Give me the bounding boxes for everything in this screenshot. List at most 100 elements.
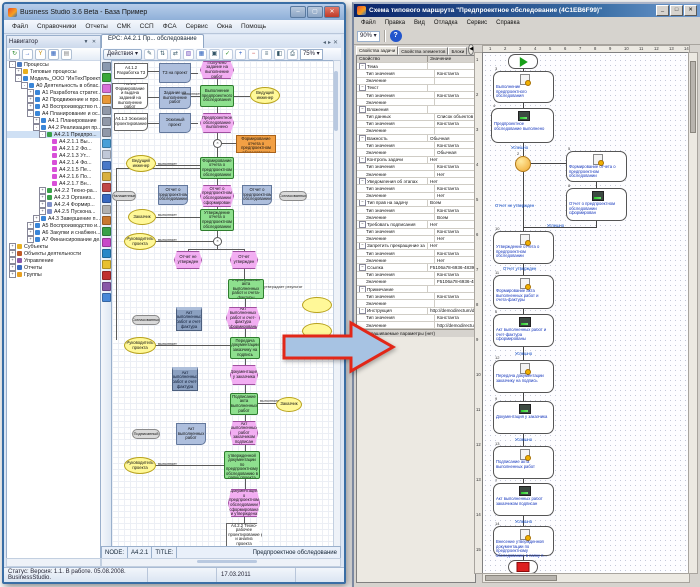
property-row[interactable]: −Запретить прекращение заНет bbox=[357, 243, 475, 250]
flow-node-start[interactable]: 1 bbox=[508, 54, 538, 69]
epc-node-task[interactable]: Передача документации заказчику на подпи… bbox=[230, 337, 260, 359]
epc-node-bdoc[interactable]: ТЗ на проект bbox=[159, 63, 191, 83]
tab-inactive[interactable]: Блоки bbox=[448, 47, 467, 55]
epc-node-org[interactable]: Заказчик bbox=[276, 397, 302, 412]
flow-node-task[interactable]: 13Подписание акта выполненных работ bbox=[493, 446, 554, 479]
close-icon[interactable]: ✕ bbox=[90, 39, 98, 45]
tree-item[interactable]: +А4.3 Завершение п... bbox=[7, 215, 100, 222]
tree-item[interactable]: -А0 Деятельность в облас... bbox=[7, 82, 100, 89]
flow-node-task[interactable]: 5Формирование отчета о предпроектном обс… bbox=[566, 151, 627, 182]
tree-item[interactable]: -А4 Планирование и ос... bbox=[7, 110, 100, 117]
row-expander[interactable]: − bbox=[359, 157, 366, 163]
palette-shape-icon[interactable] bbox=[102, 172, 111, 181]
epc-node-bdoc[interactable]: Отчет о предпроектном обследовании bbox=[242, 185, 272, 205]
route-flow-canvas[interactable]: 13Выполнение предпроектного обследования… bbox=[482, 52, 692, 574]
palette-shape-icon[interactable] bbox=[102, 117, 111, 126]
palette-shape-icon[interactable] bbox=[102, 249, 111, 258]
help-icon[interactable]: ? bbox=[389, 29, 403, 43]
epc-node-org[interactable]: Руководитель проекта bbox=[124, 457, 156, 474]
palette-shape-icon[interactable] bbox=[102, 106, 111, 115]
remove-icon[interactable]: − bbox=[248, 49, 259, 60]
tree-item[interactable]: А4.2.1.2 Фо... bbox=[7, 145, 100, 152]
epc-canvas[interactable]: А4.1.2 Разработка ТЗА4.1.8 Формирование … bbox=[111, 60, 336, 548]
property-row[interactable]: Тип значенияКонстанта bbox=[357, 272, 475, 279]
tree-item[interactable]: А4.2.1.3 Ут... bbox=[7, 152, 100, 159]
tree-item[interactable]: +А5 Воспроизводство и... bbox=[7, 222, 100, 229]
tree-item[interactable]: +А4.2.3 Организ... bbox=[7, 194, 100, 201]
tree-expander[interactable]: + bbox=[9, 243, 16, 250]
tree-expander[interactable]: - bbox=[27, 110, 34, 117]
property-row[interactable]: −Тема bbox=[357, 63, 475, 70]
add-icon[interactable]: + bbox=[235, 49, 246, 60]
menu-item[interactable]: Отладка bbox=[430, 20, 462, 26]
flow-node-event[interactable]: 7Акт выполненных работ заказчиком подпис… bbox=[493, 483, 554, 516]
epc-node-org[interactable]: Руководитель проекта bbox=[124, 233, 156, 250]
epc-node-org[interactable]: Ведущий инженер bbox=[250, 87, 280, 104]
epc-node-hex[interactable]: Предпроектное обследование выполнено bbox=[200, 113, 234, 133]
grid-icon[interactable]: ▦ bbox=[48, 49, 59, 60]
tree-item[interactable]: +Объекты деятельности bbox=[7, 250, 100, 257]
property-row[interactable]: −Текст bbox=[357, 85, 475, 92]
property-row[interactable]: Тип значенияКонстанта bbox=[357, 142, 475, 149]
palette-shape-icon[interactable] bbox=[102, 139, 111, 148]
refresh-icon[interactable]: ↻ bbox=[9, 49, 20, 60]
flow-node-event[interactable]: 8Отчет о предпроектном обследовании сфор… bbox=[566, 188, 627, 221]
tree-expander[interactable]: + bbox=[33, 117, 40, 124]
tree-expander[interactable]: + bbox=[33, 215, 40, 222]
palette-shape-icon[interactable] bbox=[102, 128, 111, 137]
epc-node-wdoc[interactable]: А4.1.3 Эскизное проектирование bbox=[114, 113, 148, 131]
tree-item[interactable]: +Типовые процессы bbox=[7, 68, 100, 75]
flow-node-task[interactable]: 14Внесение утвержденной документации по … bbox=[493, 526, 554, 556]
tree-item[interactable]: +А4.2.5 Пускона... bbox=[7, 208, 100, 215]
tree-expander[interactable]: + bbox=[9, 250, 16, 257]
tab-prev-icon[interactable]: ◂ bbox=[323, 39, 326, 46]
tree-item[interactable]: +А7 Финансирование де... bbox=[7, 236, 100, 243]
close-button[interactable]: ✕ bbox=[324, 6, 340, 18]
flow-node-task[interactable]: 12Передача документации заказчику на под… bbox=[493, 360, 554, 393]
tree-expander[interactable]: + bbox=[27, 229, 34, 236]
property-row[interactable]: ЗначениеНет bbox=[357, 236, 475, 243]
tree-item[interactable]: +А2 Продвижение и про... bbox=[7, 96, 100, 103]
menu-item[interactable]: Помощь bbox=[237, 22, 270, 31]
filter-icon[interactable]: Y bbox=[35, 49, 46, 60]
palette-shape-icon[interactable] bbox=[102, 282, 111, 291]
tree-item[interactable]: А4.2.1.4 Фо... bbox=[7, 159, 100, 166]
navigator-scrollbar[interactable] bbox=[6, 558, 101, 567]
tree-item[interactable]: +А4.2.4 Формир... bbox=[7, 201, 100, 208]
tree-item[interactable]: -Модель_ООО "ИнТехПроект" bbox=[7, 75, 100, 82]
row-expander[interactable]: − bbox=[359, 264, 366, 270]
property-row[interactable]: ЗначениеОбычная bbox=[357, 149, 475, 156]
vertical-scrollbar[interactable] bbox=[333, 60, 341, 548]
epc-node-gray[interactable]: Подписанный bbox=[132, 429, 160, 439]
palette-shape-icon[interactable] bbox=[102, 293, 111, 302]
property-row[interactable]: −Примечание bbox=[357, 286, 475, 293]
swap-icon[interactable]: ⇄ bbox=[170, 49, 181, 60]
flow-node-cond[interactable]: 2 bbox=[515, 156, 531, 172]
minimize-button[interactable]: – bbox=[290, 6, 306, 18]
epc-node-hex[interactable]: Отчет не утвержден bbox=[174, 251, 202, 269]
menu-item[interactable]: СМК bbox=[113, 22, 135, 31]
palette-shape-icon[interactable] bbox=[102, 161, 111, 170]
epc-node-task[interactable]: Выполнение предпроектного обследования bbox=[200, 85, 234, 107]
maximize-button[interactable]: □ bbox=[670, 5, 683, 16]
property-row[interactable]: −Требовать подписанияНет bbox=[357, 221, 475, 228]
epc-node-warrow[interactable]: А4.2.2 Техно-рабочее проектирование и ан… bbox=[226, 523, 262, 547]
property-row[interactable]: Тип значенияКонстанта bbox=[357, 207, 475, 214]
epc-node-org[interactable]: Заказчик bbox=[128, 209, 156, 225]
menu-item[interactable]: Справочники bbox=[33, 22, 80, 31]
menu-item[interactable]: Сервис bbox=[463, 20, 492, 26]
row-expander[interactable]: − bbox=[359, 106, 366, 112]
epc-node-hex[interactable]: Акт выполненных работ заказчиком подписа… bbox=[230, 421, 258, 445]
tree-expander[interactable]: + bbox=[27, 89, 34, 96]
palette-shape-icon[interactable] bbox=[102, 238, 111, 247]
property-row[interactable]: Тип значенияКонстанта bbox=[357, 293, 475, 300]
epc-node-gray[interactable]: Согласованные bbox=[279, 191, 307, 201]
palette-shape-icon[interactable] bbox=[102, 205, 111, 214]
fit-icon[interactable]: ◧ bbox=[274, 49, 285, 60]
flow-node-task[interactable]: 10Утверждение отчета о предпроектном обс… bbox=[493, 231, 554, 264]
row-expander[interactable]: − bbox=[359, 85, 366, 91]
epc-node-hex[interactable]: Отчет о предпроектном обследовании сформ… bbox=[200, 185, 234, 207]
property-row[interactable]: Тип значенияКонстанта bbox=[357, 92, 475, 99]
tree-expander[interactable]: + bbox=[39, 194, 46, 201]
epc-node-xor[interactable]: × bbox=[213, 237, 222, 246]
